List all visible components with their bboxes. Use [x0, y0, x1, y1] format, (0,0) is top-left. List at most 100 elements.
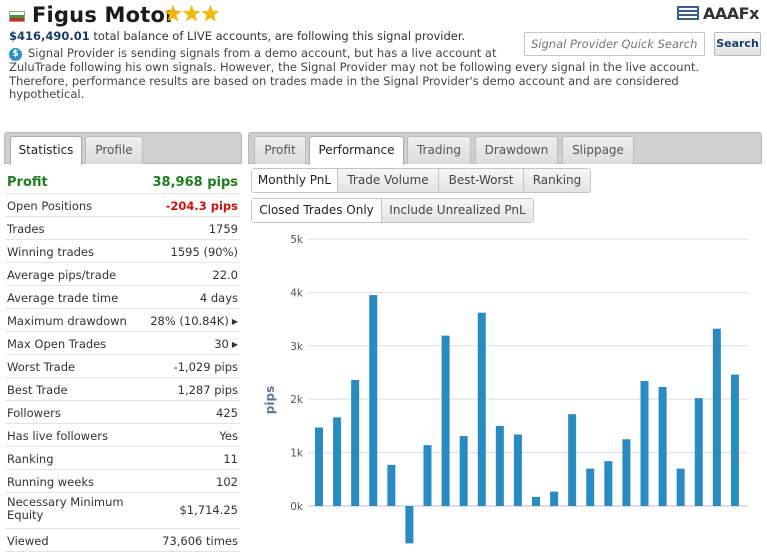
page: Figus Motor ★★★ $416,490.01 total balanc…	[0, 0, 767, 552]
stat-label: Viewed	[7, 534, 49, 548]
rating-stars-icon: ★★★	[163, 2, 220, 27]
stat-label: Average pips/trade	[7, 268, 117, 282]
chart-bar[interactable]	[568, 414, 577, 506]
stat-row-winning-trades: Winning trades 1595 (90%)	[5, 240, 240, 263]
balance-amount: $416,490.01	[9, 29, 90, 43]
y-tick-label: 0k	[290, 501, 304, 513]
chart-bar[interactable]	[495, 425, 504, 506]
include-unrealized-button[interactable]: Include Unrealized PnL	[382, 199, 533, 222]
stat-row-ranking: Ranking 11	[5, 447, 240, 470]
stat-label: Running weeks	[7, 475, 94, 489]
left-tab-bar: Statistics Profile	[4, 132, 242, 165]
stat-row-open-positions: Open Positions -204.3 pips	[5, 194, 240, 217]
chart-bar[interactable]	[730, 374, 739, 506]
chart-bar[interactable]	[622, 439, 631, 506]
expand-arrow-icon[interactable]: ▶	[232, 340, 238, 349]
stat-row-profit: Profit 38,968 pips	[5, 171, 240, 194]
stat-value: 38,968 pips	[152, 175, 239, 190]
chart-bar[interactable]	[586, 468, 595, 506]
y-tick-label: 3k	[290, 341, 304, 353]
chart-y-axis-label: pips	[263, 386, 277, 414]
stat-row-running-weeks: Running weeks 102	[5, 470, 240, 493]
chart-bar[interactable]	[513, 434, 522, 506]
stat-value: 1595 (90%)	[170, 245, 238, 259]
tab-statistics[interactable]: Statistics	[10, 136, 82, 165]
stat-row-average-trade-time: Average trade time 4 days	[5, 286, 240, 309]
chart-bar[interactable]	[532, 496, 540, 506]
expand-arrow-icon[interactable]: ▶	[232, 317, 238, 326]
logo-text: AAAFx	[703, 4, 759, 23]
provider-name: Figus Motor	[32, 3, 176, 27]
monthly-pnl-chart: 0k 1k 2k 3k 4k 5k pips	[263, 234, 748, 544]
stat-value-wrap: 30 ▶	[214, 337, 238, 351]
chart-bar[interactable]	[676, 468, 685, 506]
monthly-pnl-button[interactable]: Monthly PnL	[252, 169, 338, 192]
chart-bar[interactable]	[315, 427, 323, 506]
stat-value: -204.3 pips	[165, 199, 238, 213]
tab-drawdown[interactable]: Drawdown	[475, 136, 558, 164]
stat-value: 1,287 pips	[177, 383, 238, 397]
tab-trading[interactable]: Trading	[407, 136, 471, 164]
chart-bar[interactable]	[369, 295, 378, 506]
stat-label: Followers	[7, 406, 61, 420]
best-worst-button[interactable]: Best-Worst	[439, 169, 524, 192]
provider-search-input[interactable]	[524, 32, 705, 56]
chart-bar[interactable]	[459, 436, 468, 506]
stat-row-live-followers: Has live followers Yes	[5, 424, 240, 447]
chart-bar[interactable]	[405, 506, 414, 544]
stat-value: 4 days	[199, 291, 238, 305]
chart-bar[interactable]	[658, 386, 667, 506]
chart-type-switcher: Monthly PnL Trade Volume Best-Worst Rank…	[251, 168, 591, 193]
stat-row-average-pips: Average pips/trade 22.0	[5, 263, 240, 286]
stat-value: 28% (10.84K)	[150, 314, 229, 328]
stat-row-max-open-trades[interactable]: Max Open Trades 30 ▶	[5, 332, 240, 355]
chart-bar[interactable]	[387, 464, 396, 506]
logo-icon	[677, 6, 699, 20]
demo-notice-line2: ZuluTrade following his own signals. How…	[9, 60, 700, 101]
chart-bar[interactable]	[351, 379, 360, 506]
stat-label: Average trade time	[7, 291, 119, 305]
stat-label: Max Open Trades	[7, 337, 107, 351]
stat-label: Worst Trade	[7, 360, 76, 374]
stat-label: Winning trades	[7, 245, 94, 259]
stat-label: Ranking	[7, 452, 54, 466]
tab-profile[interactable]: Profile	[85, 136, 143, 164]
chart-bar[interactable]	[712, 328, 721, 506]
chart-bar[interactable]	[333, 417, 342, 506]
tab-slippage[interactable]: Slippage	[562, 136, 634, 164]
chart-bar[interactable]	[441, 335, 450, 506]
chart-bar[interactable]	[604, 461, 613, 506]
stat-row-max-drawdown[interactable]: Maximum drawdown 28% (10.84K) ▶	[5, 309, 240, 332]
stat-row-followers: Followers 425	[5, 401, 240, 424]
stat-row-trades: Trades 1759	[5, 217, 240, 240]
chart-bar[interactable]	[640, 381, 649, 506]
balance-description: total balance of LIVE accounts, are foll…	[93, 29, 466, 43]
chart-bar[interactable]	[694, 398, 703, 506]
tab-profit[interactable]: Profit	[254, 136, 306, 164]
pnl-mode-switcher: Closed Trades Only Include Unrealized Pn…	[251, 198, 534, 223]
stat-value: 102	[216, 475, 238, 489]
stat-label: Has live followers	[7, 429, 108, 443]
stat-value-wrap: 28% (10.84K) ▶	[150, 314, 238, 328]
tab-performance[interactable]: Performance	[309, 136, 404, 165]
y-tick-label: 1k	[290, 448, 304, 460]
chart-bar[interactable]	[423, 445, 432, 506]
closed-trades-button[interactable]: Closed Trades Only	[252, 199, 382, 222]
country-flag-icon	[9, 11, 25, 22]
chart-bar[interactable]	[550, 491, 559, 506]
stat-value: 425	[216, 406, 238, 420]
stat-value: 22.0	[212, 268, 238, 282]
chart-bar[interactable]	[477, 312, 486, 506]
stat-value: $1,714.25	[179, 503, 238, 517]
stat-label: Best Trade	[7, 383, 68, 397]
stat-label: Open Positions	[7, 199, 93, 213]
stat-row-viewed: Viewed 73,606 times	[5, 529, 240, 552]
search-button[interactable]: Search	[714, 32, 761, 56]
stat-value: Yes	[219, 429, 238, 443]
stat-label: Trades	[7, 222, 45, 236]
stat-value: 1759	[208, 222, 238, 236]
y-tick-label: 4k	[290, 287, 304, 299]
ranking-button[interactable]: Ranking	[524, 169, 590, 192]
trade-volume-button[interactable]: Trade Volume	[338, 169, 439, 192]
stat-row-min-equity: Necessary Minimum Equity $1,714.25	[5, 493, 240, 529]
